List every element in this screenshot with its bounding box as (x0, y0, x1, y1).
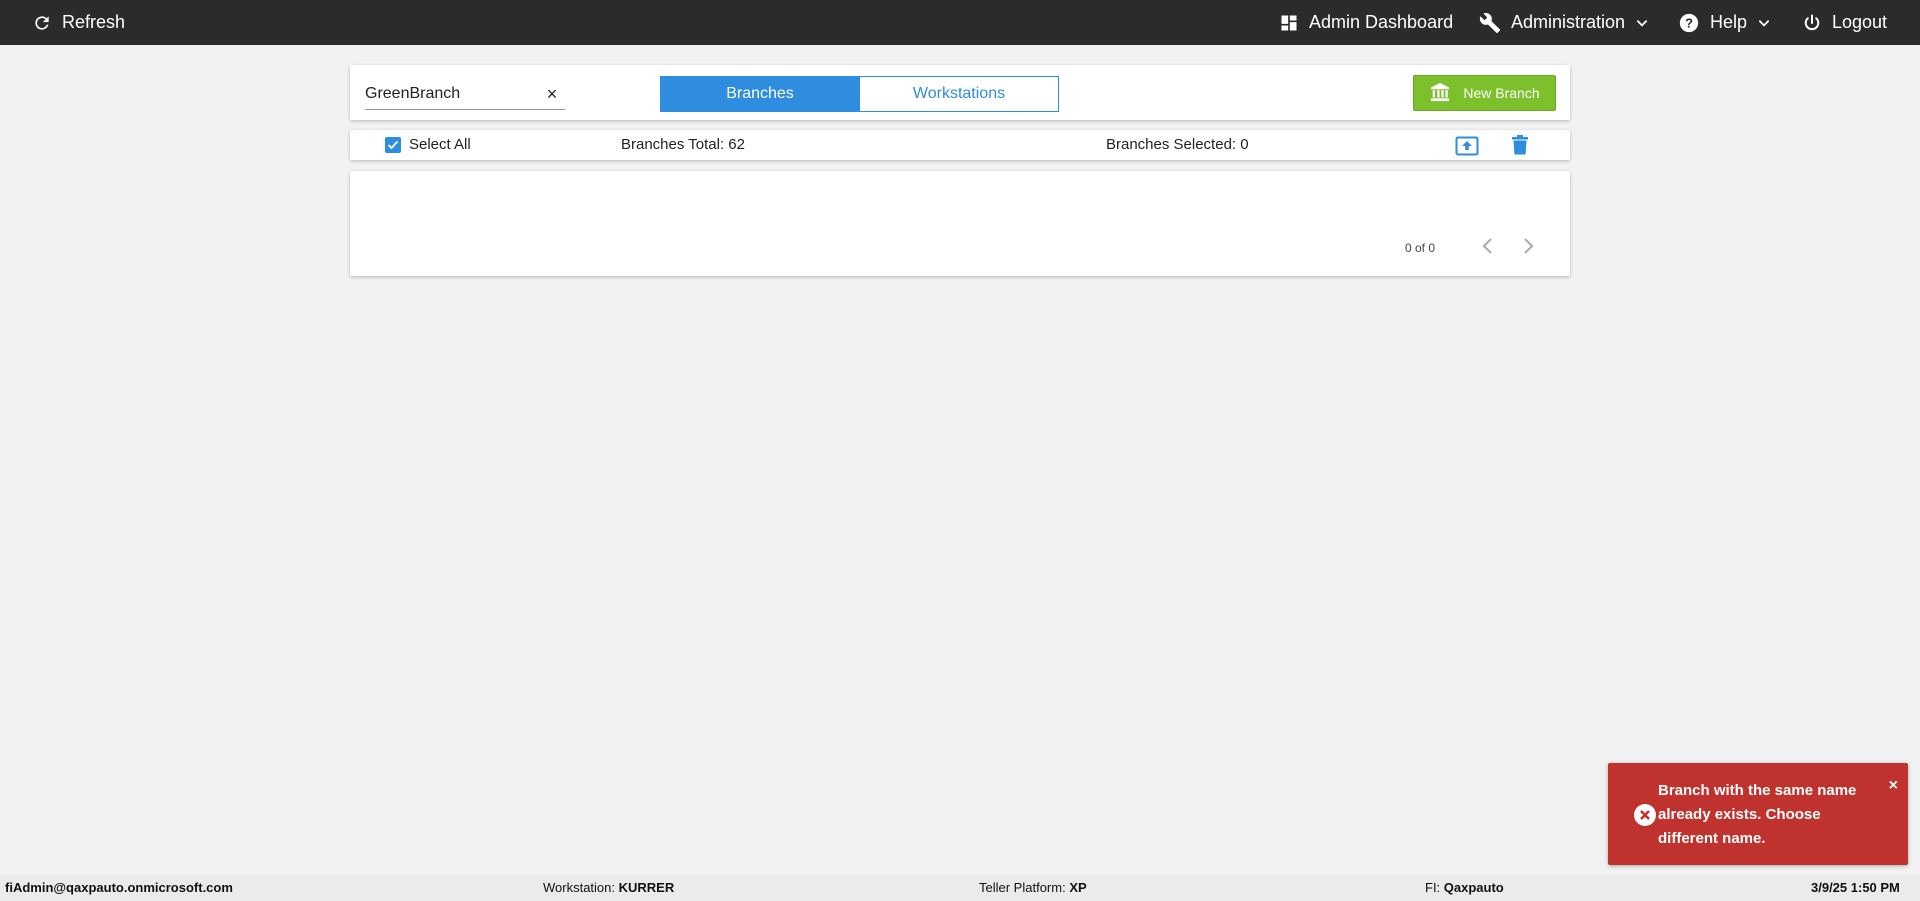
status-footer: fiAdmin@qaxpauto.onmicrosoft.com Worksta… (0, 875, 1920, 901)
select-all-label: Select All (409, 136, 471, 153)
workstation-value: KURRER (618, 880, 675, 895)
select-all-checkbox[interactable]: Select All (385, 136, 471, 153)
tab-workstations[interactable]: Workstations (859, 76, 1059, 112)
upload-button[interactable] (1455, 136, 1479, 161)
branch-toolbar: × Branches Workstations New Branch (350, 65, 1570, 120)
error-icon (1633, 803, 1657, 832)
branches-total: Branches Total: 62 (621, 136, 745, 153)
new-branch-button[interactable]: New Branch (1413, 75, 1556, 111)
refresh-icon (32, 13, 52, 33)
branches-selected: Branches Selected: 0 (1106, 136, 1249, 153)
svg-text:?: ? (1685, 15, 1693, 30)
chevron-left-icon (1480, 238, 1496, 259)
help-menu[interactable]: ? Help (1678, 0, 1771, 45)
bank-icon (1429, 82, 1451, 105)
search-input[interactable] (365, 80, 535, 108)
selection-bar: Select All Branches Total: 62 Branches S… (350, 130, 1570, 160)
admin-dashboard-label: Admin Dashboard (1309, 12, 1454, 32)
next-page-button[interactable] (1520, 237, 1536, 260)
chevron-down-icon (1757, 16, 1771, 30)
refresh-button[interactable]: Refresh (32, 0, 125, 45)
close-toast-button[interactable]: × (1889, 777, 1898, 795)
delete-button[interactable] (1512, 135, 1528, 160)
top-navigation-bar: Refresh Admin Dashboard Administration ?… (0, 0, 1920, 45)
workstation-label: Workstation: (543, 880, 619, 895)
chevron-right-icon (1520, 238, 1536, 259)
new-branch-label: New Branch (1463, 85, 1540, 101)
branch-list: 0 of 0 (350, 171, 1570, 276)
wrench-icon (1479, 12, 1501, 34)
logout-label: Logout (1832, 12, 1888, 32)
administration-label: Administration (1511, 12, 1626, 32)
help-label: Help (1710, 12, 1748, 32)
fi-value: Qaxpauto (1443, 880, 1504, 895)
pagination-status: 0 of 0 (1405, 241, 1436, 255)
checkbox-checked-icon (385, 136, 401, 153)
footer-user: fiAdmin@qaxpauto.onmicrosoft.com (5, 880, 233, 895)
search-field: × (365, 80, 565, 110)
previous-page-button[interactable] (1480, 237, 1496, 260)
refresh-label: Refresh (62, 12, 126, 32)
datetime-value: 3/9/25 1:50 PM (1811, 880, 1900, 895)
dashboard-icon (1279, 13, 1299, 33)
upload-icon (1455, 136, 1479, 160)
footer-fi: FI: Qaxpauto (1425, 880, 1504, 895)
fi-label: FI: (1425, 880, 1444, 895)
trash-icon (1512, 135, 1528, 159)
power-icon (1802, 13, 1822, 33)
logout-button[interactable]: Logout (1802, 0, 1887, 45)
administration-menu[interactable]: Administration (1479, 0, 1649, 45)
admin-dashboard-link[interactable]: Admin Dashboard (1279, 0, 1453, 45)
user-email: fiAdmin@qaxpauto.onmicrosoft.com (5, 880, 233, 895)
platform-value: XP (1069, 880, 1087, 895)
footer-workstation: Workstation: KURRER (543, 880, 674, 895)
error-toast: Branch with the same name already exists… (1608, 763, 1908, 865)
footer-platform: Teller Platform: XP (979, 880, 1087, 895)
clear-search-button[interactable]: × (543, 84, 561, 104)
footer-datetime: 3/9/25 1:50 PM (1811, 880, 1900, 895)
error-message: Branch with the same name already exists… (1658, 782, 1857, 847)
tab-branches[interactable]: Branches (660, 76, 860, 112)
help-icon: ? (1678, 12, 1700, 34)
platform-label: Teller Platform: (979, 880, 1070, 895)
chevron-down-icon (1635, 16, 1649, 30)
